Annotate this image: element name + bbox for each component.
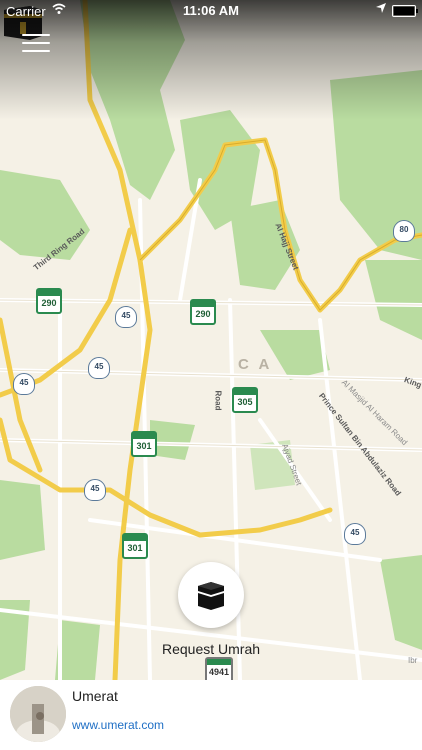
route-shield: 305 bbox=[232, 387, 258, 413]
route-shield: 4941 bbox=[205, 657, 233, 680]
avatar[interactable] bbox=[10, 686, 66, 742]
road-label-ibr: Ibr bbox=[408, 656, 418, 665]
location-arrow-icon bbox=[376, 3, 386, 13]
highway-marker: 45 bbox=[344, 523, 366, 545]
route-shield: 290 bbox=[36, 288, 62, 314]
footer-bar: Umerat www.umerat.com bbox=[0, 680, 422, 750]
request-umrah-label: Request Umrah bbox=[161, 641, 261, 657]
clock: 11:06 AM bbox=[183, 3, 239, 18]
road-label-road-fragment: Road bbox=[213, 390, 223, 411]
highway-marker: 80 bbox=[393, 220, 415, 242]
highway-marker: 45 bbox=[13, 373, 35, 395]
route-shield: 301 bbox=[122, 533, 148, 559]
kaaba-icon bbox=[198, 582, 224, 610]
brand-name: Umerat bbox=[72, 688, 118, 704]
website-link[interactable]: www.umerat.com bbox=[72, 718, 164, 732]
city-label: C A bbox=[238, 356, 273, 373]
battery-icon bbox=[392, 5, 418, 17]
route-shield: 301 bbox=[131, 431, 157, 457]
request-umrah-button[interactable] bbox=[178, 562, 244, 628]
menu-icon[interactable] bbox=[22, 34, 50, 54]
highway-marker: 45 bbox=[84, 479, 106, 501]
status-bar: Carrier 11:06 AM bbox=[0, 0, 422, 22]
avatar-image bbox=[10, 686, 66, 742]
highway-marker: 45 bbox=[88, 357, 110, 379]
highway-marker: 45 bbox=[115, 306, 137, 328]
route-shield: 290 bbox=[190, 299, 216, 325]
